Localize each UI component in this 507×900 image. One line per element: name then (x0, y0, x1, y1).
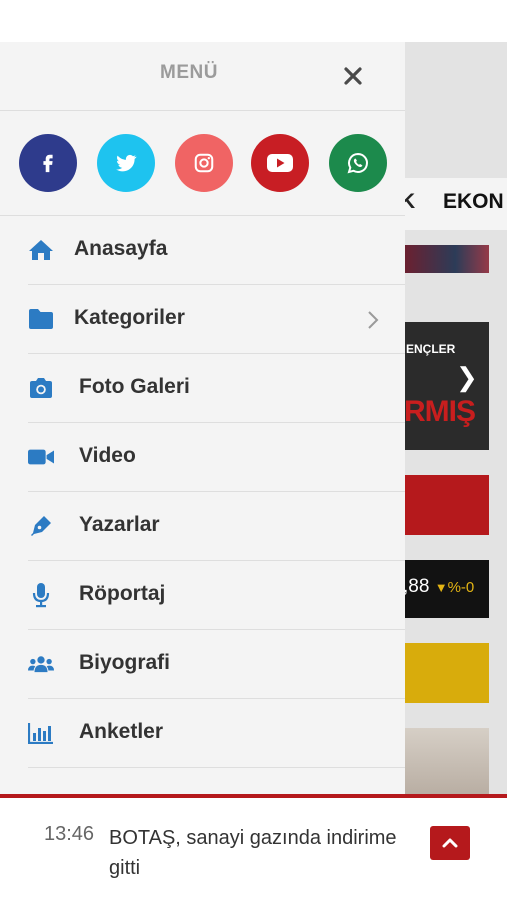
youtube-button[interactable] (251, 134, 309, 192)
microphone-icon (28, 583, 54, 608)
menu-item-kategoriler[interactable]: Kategoriler (28, 285, 405, 354)
instagram-icon (194, 153, 214, 173)
caret-down-icon: ▼ (434, 580, 448, 595)
background-headline: RMIŞ (404, 395, 476, 428)
users-icon (28, 652, 54, 676)
side-menu-drawer: MENÜ Anasayfa Kategoriler Foto Galeri Vi… (0, 42, 405, 794)
twitter-icon (116, 154, 137, 172)
menu-item-label: Anketler (79, 720, 164, 743)
drawer-header: MENÜ (0, 42, 405, 111)
menu-item-yazarlar[interactable]: Yazarlar (28, 492, 405, 561)
chevron-up-icon (442, 838, 458, 848)
ticker-time: 13:46 (44, 823, 95, 845)
ticker-headline-link[interactable]: BOTAŞ, sanayi gazında indirime gitti (109, 823, 409, 883)
twitter-button[interactable] (97, 134, 155, 192)
menu-item-biyografi[interactable]: Biyografi (28, 630, 405, 699)
whatsapp-icon (347, 152, 368, 174)
close-menu-button[interactable] (341, 64, 365, 88)
whatsapp-button[interactable] (329, 134, 387, 192)
camera-icon (28, 376, 54, 400)
menu-item-next[interactable] (28, 768, 405, 794)
background-news-image (405, 245, 489, 273)
bar-chart-icon (28, 721, 54, 745)
menu-item-label: Video (79, 444, 136, 467)
background-banner (405, 475, 489, 535)
market-value: ,88 (403, 576, 430, 597)
background-headline: ENÇLER (406, 342, 456, 356)
menu-item-label: Röportaj (79, 582, 166, 605)
social-links (0, 111, 405, 216)
instagram-button[interactable] (175, 134, 233, 192)
video-camera-icon (28, 445, 54, 469)
home-icon (28, 238, 54, 262)
menu-item-label: Biyografi (79, 651, 171, 674)
chevron-right-icon (366, 309, 380, 336)
market-change: %-0 (447, 579, 475, 596)
background-banner (405, 643, 489, 703)
menu-item-anasayfa[interactable]: Anasayfa (28, 216, 405, 285)
menu-item-label: Foto Galeri (79, 375, 190, 398)
menu-item-label: Yazarlar (79, 513, 160, 536)
background-nav-item: EKON (443, 190, 504, 213)
menu-item-anketler[interactable]: Anketler (28, 699, 405, 768)
close-icon (344, 67, 362, 85)
background-market-ticker: ,88 ▼%-0 (403, 576, 474, 598)
facebook-button[interactable] (19, 134, 77, 192)
chevron-right-icon: ❯ (456, 362, 478, 392)
scroll-to-top-button[interactable] (430, 826, 470, 860)
menu-item-foto-galeri[interactable]: Foto Galeri (28, 354, 405, 423)
folder-icon (28, 307, 54, 331)
facebook-icon (43, 154, 53, 173)
background-news-image (405, 728, 489, 794)
menu-item-roportaj[interactable]: Röportaj (28, 561, 405, 630)
menu-item-label: Kategoriler (74, 306, 185, 329)
pen-icon (28, 514, 54, 538)
menu-item-label: Anasayfa (74, 237, 168, 260)
youtube-icon (267, 154, 293, 172)
drawer-title: MENÜ (160, 62, 218, 83)
menu-item-video[interactable]: Video (28, 423, 405, 492)
breaking-news-ticker: 13:46 BOTAŞ, sanayi gazında indirime git… (0, 798, 507, 900)
